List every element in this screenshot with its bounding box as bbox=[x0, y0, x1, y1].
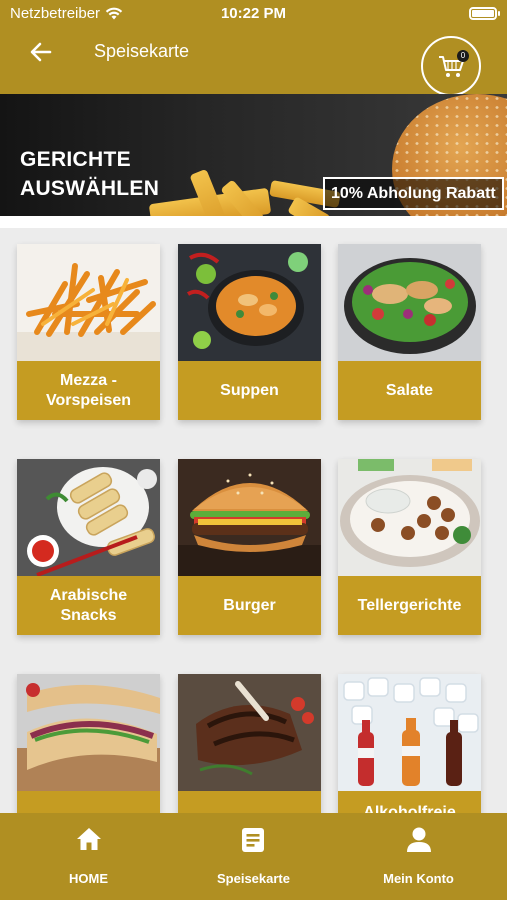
category-card-burger[interactable]: Burger bbox=[178, 459, 321, 635]
arrow-left-icon bbox=[30, 42, 52, 62]
status-bar: Netzbetreiber 10:22 PM bbox=[0, 0, 507, 28]
tellergerichte-image bbox=[338, 459, 481, 576]
nav-home[interactable]: HOME bbox=[4, 813, 173, 900]
category-card-alkoholfreie[interactable]: Alkoholfreie bbox=[338, 674, 481, 813]
discount-badge: 10% Abholung Rabatt bbox=[323, 177, 504, 210]
cart-count-badge: 0 bbox=[457, 50, 469, 62]
nav-speisekarte[interactable]: Speisekarte bbox=[169, 813, 338, 900]
arabische-snacks-image bbox=[17, 459, 160, 576]
banner-title: GERICHTE AUSWÄHLEN bbox=[20, 145, 159, 203]
banner-title-line1: GERICHTE bbox=[20, 148, 131, 171]
category-card-salate[interactable]: Salate bbox=[338, 244, 481, 420]
category-card-arabische-snacks[interactable]: Arabische Snacks bbox=[17, 459, 160, 635]
category-label-burger: Burger bbox=[178, 576, 321, 635]
category-label-salate: Salate bbox=[338, 361, 481, 420]
category-label-grill bbox=[178, 791, 321, 813]
mezza-image bbox=[17, 244, 160, 361]
status-time: 10:22 PM bbox=[220, 5, 287, 22]
back-button[interactable] bbox=[22, 38, 58, 66]
category-label-wraps bbox=[17, 791, 160, 813]
category-label-suppen: Suppen bbox=[178, 361, 321, 420]
category-label-arabische-snacks: Arabische Snacks bbox=[17, 576, 160, 635]
page-title: Speisekarte bbox=[94, 41, 190, 61]
nav-mein-konto[interactable]: Mein Konto bbox=[334, 813, 503, 900]
category-label-tellergerichte: Tellergerichte bbox=[338, 576, 481, 635]
menu-list-icon bbox=[242, 828, 264, 852]
category-card-grill[interactable] bbox=[178, 674, 321, 813]
banner-title-line2: AUSWÄHLEN bbox=[20, 177, 160, 200]
nav-speisekarte-label: Speisekarte bbox=[217, 871, 290, 886]
burger-category-image bbox=[178, 459, 321, 576]
alkoholfreie-image bbox=[338, 674, 481, 791]
category-grid: Mezza - Vorspeisen Suppen Salate Arabisc… bbox=[0, 228, 507, 813]
app-header: Speisekarte 0 bbox=[0, 28, 507, 96]
suppen-image bbox=[178, 244, 321, 361]
grill-image bbox=[178, 674, 321, 791]
category-card-mezza[interactable]: Mezza - Vorspeisen bbox=[17, 244, 160, 420]
nav-home-label: HOME bbox=[69, 871, 108, 886]
category-card-tellergerichte[interactable]: Tellergerichte bbox=[338, 459, 481, 635]
nav-mein-konto-label: Mein Konto bbox=[383, 871, 454, 886]
battery-icon bbox=[469, 7, 500, 20]
category-label-mezza: Mezza - Vorspeisen bbox=[17, 361, 160, 420]
home-icon bbox=[77, 828, 101, 850]
category-card-suppen[interactable]: Suppen bbox=[178, 244, 321, 420]
category-label-alkoholfreie: Alkoholfreie bbox=[338, 791, 481, 813]
salate-image bbox=[338, 244, 481, 361]
user-icon bbox=[407, 827, 431, 852]
bottom-nav: HOME Speisekarte Mein Konto bbox=[0, 813, 507, 900]
wrap-image bbox=[17, 674, 160, 791]
category-card-wraps[interactable] bbox=[17, 674, 160, 813]
cart-button[interactable]: 0 bbox=[421, 36, 481, 96]
